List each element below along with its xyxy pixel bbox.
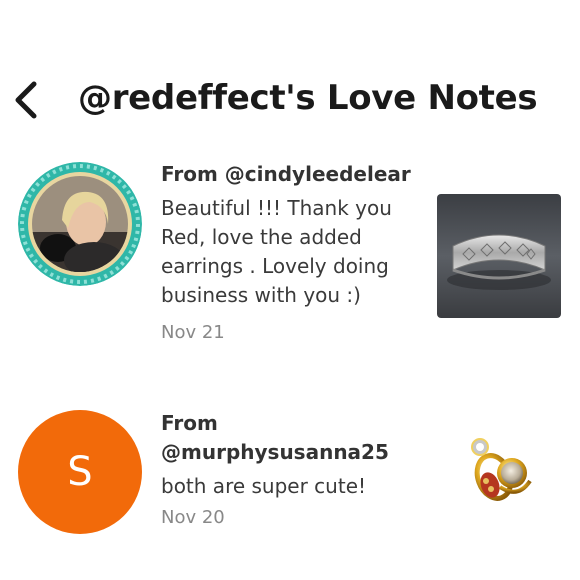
love-note: S From @murphysusanna25 both are super c…: [0, 405, 580, 555]
header: @redeffect's Love Notes: [0, 0, 580, 160]
note-date: Nov 20: [161, 507, 225, 528]
chevron-left-icon: [15, 81, 37, 119]
avatar[interactable]: [18, 162, 142, 286]
note-sender[interactable]: From @cindyleedelear: [161, 160, 426, 189]
gold-rings-image: [471, 438, 532, 501]
note-message: Beautiful !!! Thank you Red, love the ad…: [161, 196, 392, 307]
page-title: @redeffect's Love Notes: [78, 78, 538, 118]
listing-thumbnail[interactable]: [437, 194, 561, 318]
note-sender[interactable]: From @murphysusanna25: [161, 409, 389, 467]
note-date: Nov 21: [161, 322, 225, 343]
avatar[interactable]: S: [18, 410, 142, 534]
user-photo: [18, 162, 142, 286]
note-body: From @murphysusanna25 both are super cut…: [161, 409, 426, 528]
avatar-initial: S: [67, 449, 93, 495]
back-button[interactable]: [10, 80, 44, 120]
silver-cuff-bracelet-image: [437, 194, 561, 318]
love-note: From @cindyleedelear Beautiful !!! Thank…: [0, 160, 580, 360]
note-body: From @cindyleedelear Beautiful !!! Thank…: [161, 160, 426, 343]
listing-thumbnail[interactable]: [460, 433, 540, 513]
note-message: both are super cute!: [161, 474, 367, 498]
